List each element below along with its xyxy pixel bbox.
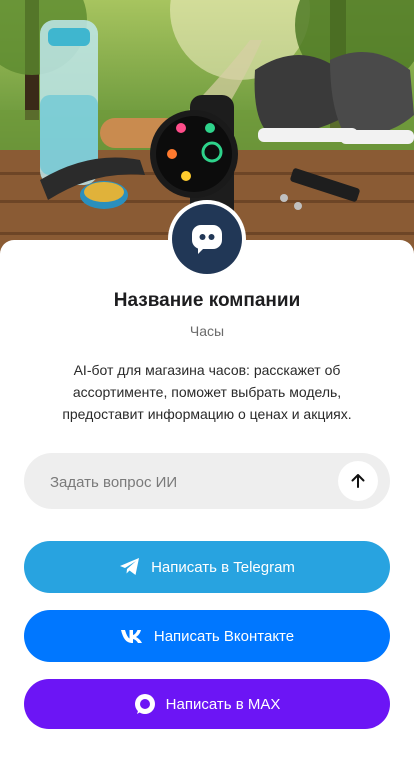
- vk-logo-icon: [120, 628, 144, 644]
- max-logo-icon: [134, 693, 156, 715]
- vk-button[interactable]: Написать Вконтакте: [24, 610, 390, 662]
- ask-ai-field: [24, 453, 390, 511]
- max-button-label: Написать в MAX: [165, 695, 281, 713]
- company-avatar: [168, 200, 246, 278]
- max-button[interactable]: Написать в MAX: [24, 679, 390, 729]
- telegram-plane-icon: [119, 557, 141, 577]
- arrow-up-icon: [351, 474, 365, 488]
- telegram-button-label: Написать в Telegram: [151, 558, 295, 576]
- vk-button-label: Написать Вконтакте: [153, 627, 295, 645]
- ask-ai-input[interactable]: [48, 453, 352, 511]
- company-name: Название компании: [113, 290, 301, 311]
- company-description: AI-бот для магазина часов: расскажет об …: [62, 362, 352, 422]
- page: Название компании Часы AI-бот для магази…: [0, 0, 414, 770]
- send-button[interactable]: [338, 461, 378, 501]
- telegram-button[interactable]: Написать в Telegram: [24, 541, 390, 593]
- chat-bubble-icon: [172, 204, 242, 274]
- company-category: Часы: [189, 323, 225, 339]
